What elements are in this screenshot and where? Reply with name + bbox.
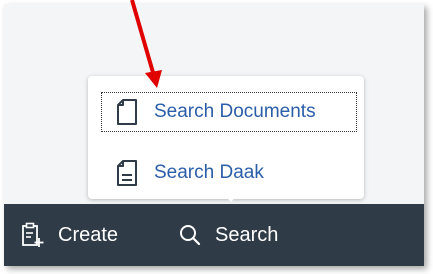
document-icon	[114, 98, 140, 126]
bottom-toolbar: Create Search	[4, 204, 424, 266]
screenshot: Search Documents Search Daak Create Sear…	[0, 0, 433, 274]
create-button[interactable]: Create	[20, 204, 118, 266]
search-daak-menu-item[interactable]: Search Daak	[102, 154, 356, 192]
app-window: Search Documents Search Daak Create Sear…	[4, 4, 424, 266]
search-documents-menu-item[interactable]: Search Documents	[101, 92, 357, 132]
search-label: Search	[215, 223, 279, 246]
search-icon	[177, 222, 203, 248]
clipboard-add-icon	[20, 222, 46, 248]
create-label: Create	[58, 223, 119, 246]
search-daak-label: Search Daak	[154, 162, 264, 183]
search-documents-label: Search Documents	[154, 101, 316, 122]
search-popup-menu: Search Documents Search Daak	[88, 76, 364, 199]
search-button[interactable]: Search	[177, 204, 278, 266]
popup-pointer	[220, 190, 242, 202]
document-lines-icon	[114, 159, 140, 187]
